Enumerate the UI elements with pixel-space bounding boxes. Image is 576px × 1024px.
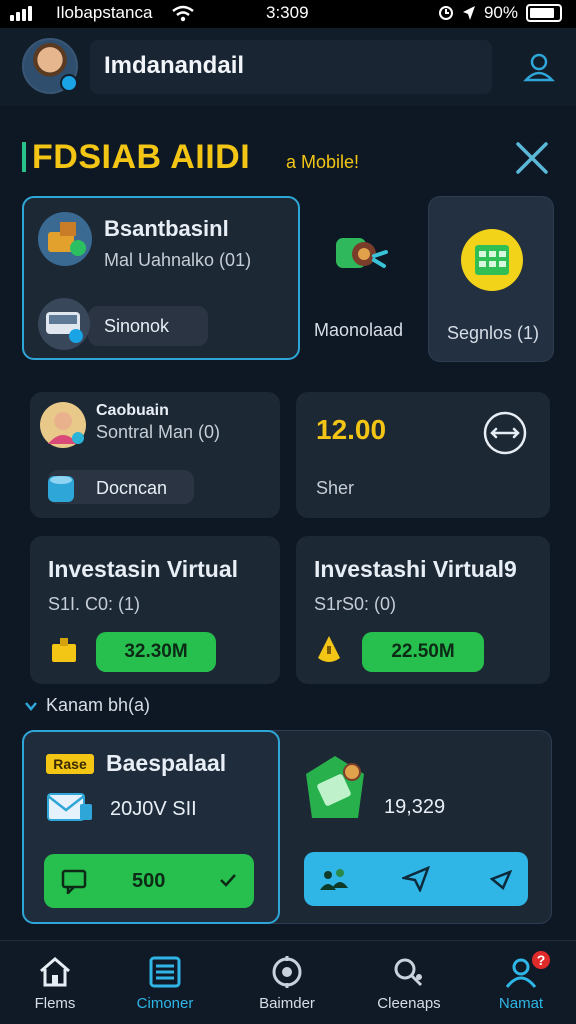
- tag-icon: [306, 756, 364, 818]
- nav-item-builder[interactable]: Baimder: [232, 941, 342, 1024]
- list-icon: [149, 956, 181, 988]
- search-icon: [394, 958, 423, 987]
- payment-button[interactable]: 500: [44, 854, 254, 908]
- payment-value: 19,329: [384, 796, 446, 818]
- services-tile[interactable]: Segnlos (1): [428, 196, 554, 362]
- nav-label-profile: Namat: [498, 995, 544, 1012]
- close-icon[interactable]: [512, 138, 552, 178]
- account-title: Bsantbasinl: [104, 216, 229, 241]
- status-bar: Ilobapstanca 3:309 90%: [0, 0, 576, 28]
- mail-icon: [47, 793, 92, 821]
- home-icon: [40, 957, 70, 987]
- share-card[interactable]: 12.00 Sher: [296, 392, 550, 518]
- battery-percent: 90%: [483, 3, 518, 22]
- wifi-icon: [172, 5, 194, 22]
- payment-button-value: 500: [132, 870, 166, 892]
- investment-title: Investashi Virtual9: [314, 556, 517, 582]
- check-icon: [220, 874, 236, 887]
- notification-badge: ?: [530, 949, 552, 971]
- contact-subtitle: Sontral Man (0): [96, 422, 221, 442]
- battery-icon: [526, 4, 562, 22]
- header-title: Imdanandail: [104, 52, 245, 79]
- nav-label-search: Cleenaps: [377, 995, 441, 1012]
- send-icon[interactable]: [402, 866, 430, 892]
- page-subtitle: a Mobile!: [286, 152, 360, 172]
- verified-badge-icon: [60, 74, 78, 92]
- drop-icon: [318, 636, 340, 662]
- nav-item-profile[interactable]: ? Namat: [466, 941, 576, 1024]
- section-label: Kanam bh(a): [46, 695, 151, 715]
- title-accent: [22, 142, 26, 172]
- payment-title: Baespalaal: [106, 750, 227, 776]
- account-subtitle: Mal Uahnalko (01): [104, 250, 252, 270]
- nav-label-home: Flems: [34, 995, 76, 1012]
- chat-icon: [61, 869, 87, 894]
- account-card[interactable]: Bsantbasinl Mal Uahnalko (01) Sinonok: [22, 196, 300, 360]
- share-label: Sher: [316, 478, 355, 498]
- investment-amount-button[interactable]: 32.30M: [96, 632, 216, 672]
- bus-pill-label: Sinonok: [104, 316, 170, 336]
- services-label: Segnlos (1): [447, 323, 540, 343]
- contact-title: Caobuain: [96, 402, 169, 419]
- nav-item-monitor[interactable]: Cimoner: [110, 941, 220, 1024]
- document-pill-label: Docncan: [96, 478, 168, 498]
- target-icon: [272, 956, 302, 988]
- contact-card[interactable]: Caobuain Sontral Man (0) Docncan: [30, 392, 280, 518]
- share-value: 12.00: [316, 414, 387, 445]
- payment-detail: 20J0V SII: [110, 798, 197, 820]
- nav-item-home[interactable]: Flems: [0, 941, 110, 1024]
- bottom-nav: Flems Cimoner Baimder Cleenaps ? Namat: [0, 940, 576, 1024]
- investment-subtitle: S1rS0: (0): [314, 594, 397, 614]
- investment-subtitle: S1I. C0: (1): [48, 594, 141, 614]
- alarm-icon: [438, 6, 453, 20]
- location-icon: [462, 6, 475, 20]
- investment-card[interactable]: Investashi Virtual9 S1rS0: (0) 22.50M: [296, 536, 550, 684]
- database-icon: [48, 476, 74, 502]
- plug-icon: [336, 238, 388, 268]
- tag-badge: Rase: [46, 754, 94, 774]
- investment-title: Investasin Virtual: [48, 556, 239, 582]
- nav-label-builder: Baimder: [259, 995, 315, 1012]
- transfer-icon[interactable]: [482, 410, 528, 456]
- action-bar[interactable]: [304, 852, 528, 906]
- investment-amount-button[interactable]: 22.50M: [362, 632, 484, 672]
- person-avatar-icon: [40, 402, 86, 448]
- manage-label: Maonolaad: [314, 320, 404, 340]
- wallet-icon: [38, 212, 92, 266]
- chevron-down-icon[interactable]: [24, 700, 38, 712]
- group-icon: [320, 869, 348, 890]
- manage-tile[interactable]: Maonolaad: [302, 196, 422, 360]
- calendar-icon: [461, 229, 523, 291]
- clock: 3:309: [266, 3, 309, 22]
- user-icon[interactable]: [522, 50, 556, 84]
- carrier-name: Ilobapstanca: [56, 3, 153, 22]
- investment-card[interactable]: Investasin Virtual S1I. C0: (1) 32.30M: [30, 536, 280, 684]
- nav-item-search[interactable]: Cleenaps: [354, 941, 464, 1024]
- bus-icon: [38, 298, 90, 350]
- nav-label-monitor: Cimoner: [136, 995, 194, 1012]
- navigate-icon[interactable]: [490, 870, 512, 890]
- folder-icon: [52, 638, 76, 662]
- page-title: FDSIAB AIIDI: [32, 138, 251, 176]
- payment-left-panel[interactable]: Rase Baespalaal 20J0V SII 500: [22, 730, 280, 924]
- signal-icon: [10, 6, 32, 21]
- app-header: Imdanandail: [0, 28, 576, 106]
